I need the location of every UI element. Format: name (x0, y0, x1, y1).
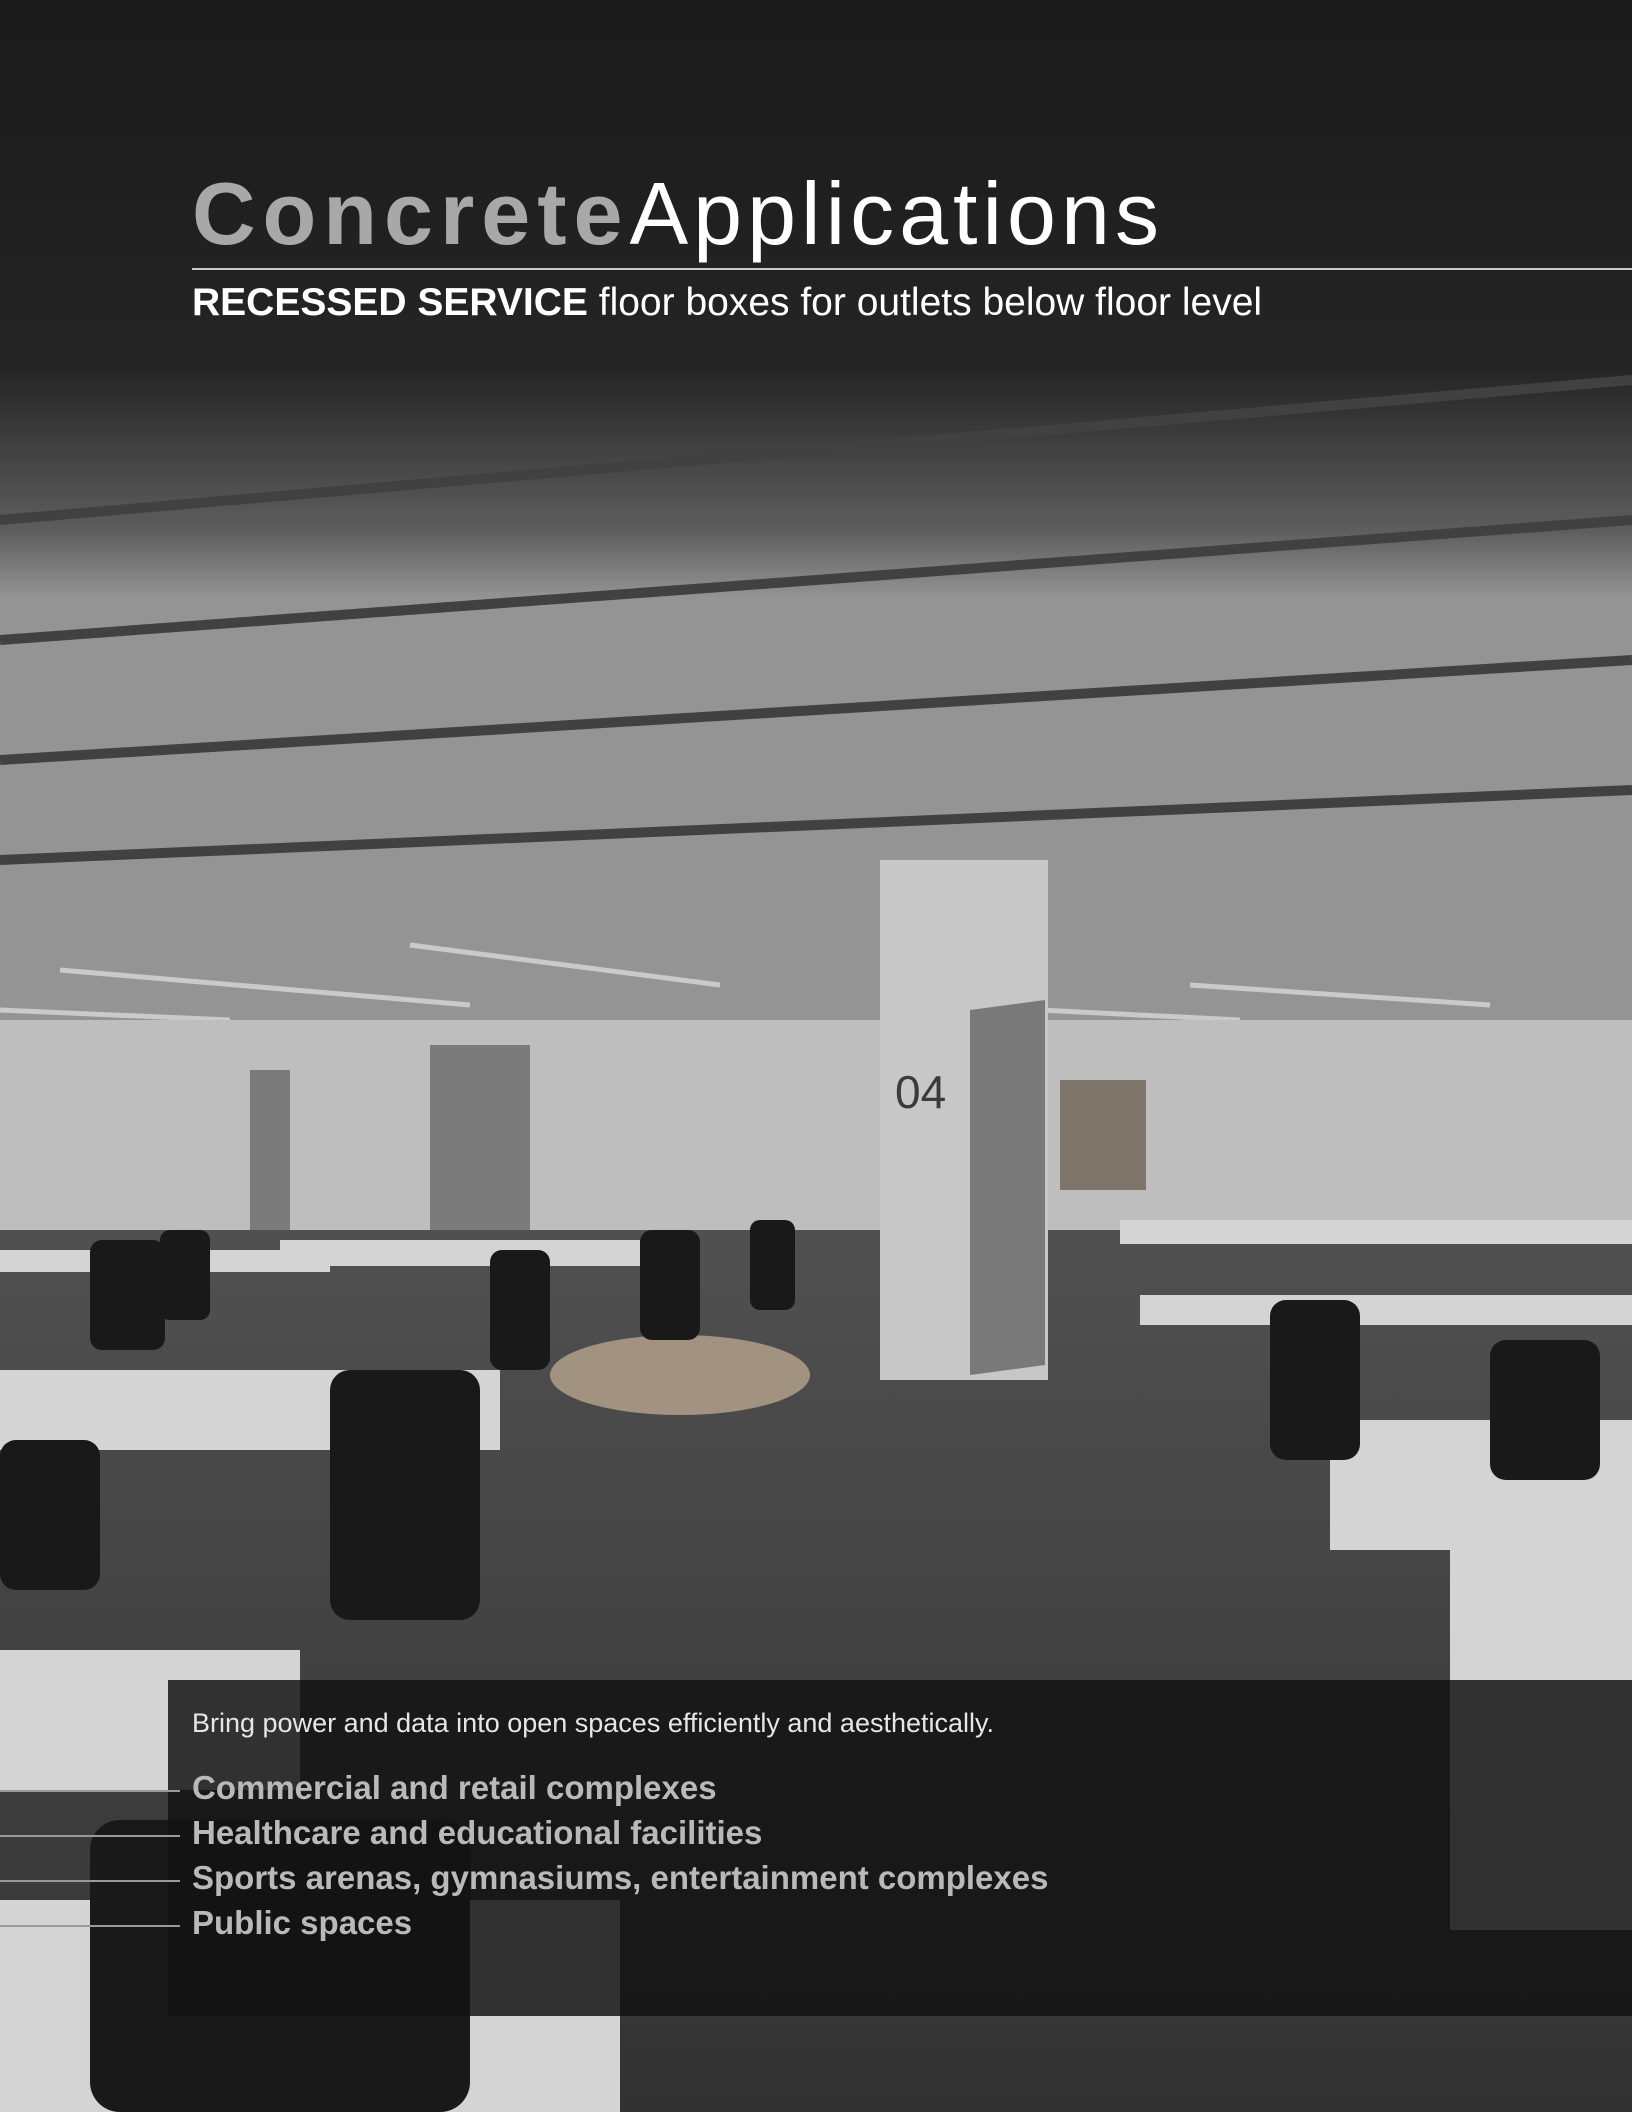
intro-text: Bring power and data into open spaces ef… (192, 1708, 995, 1738)
title-part-concrete: Concrete (192, 164, 630, 263)
application-label: Public spaces (192, 1904, 413, 1941)
page-subtitle: RECESSED SERVICE floor boxes for outlets… (192, 280, 1262, 327)
title-part-applications: Applications (629, 164, 1164, 263)
page-title: ConcreteApplications (192, 170, 1164, 258)
subtitle-text: floor boxes for outlets below floor leve… (587, 281, 1263, 324)
leader-line (0, 1835, 180, 1837)
application-label: Commercial and retail complexes (192, 1769, 717, 1806)
subtitle-emphasis: RECESSED SERVICE (192, 281, 588, 324)
title-divider (192, 268, 1632, 270)
leader-line (0, 1880, 180, 1882)
leader-line (0, 1925, 180, 1927)
application-label: Sports arenas, gymnasiums, entertainment… (192, 1859, 1049, 1896)
brochure-page: 04 ConcreteApplications RECESSED SERVICE… (0, 0, 1632, 2112)
application-label: Healthcare and educational facilities (192, 1814, 763, 1851)
leader-line (0, 1790, 180, 1792)
